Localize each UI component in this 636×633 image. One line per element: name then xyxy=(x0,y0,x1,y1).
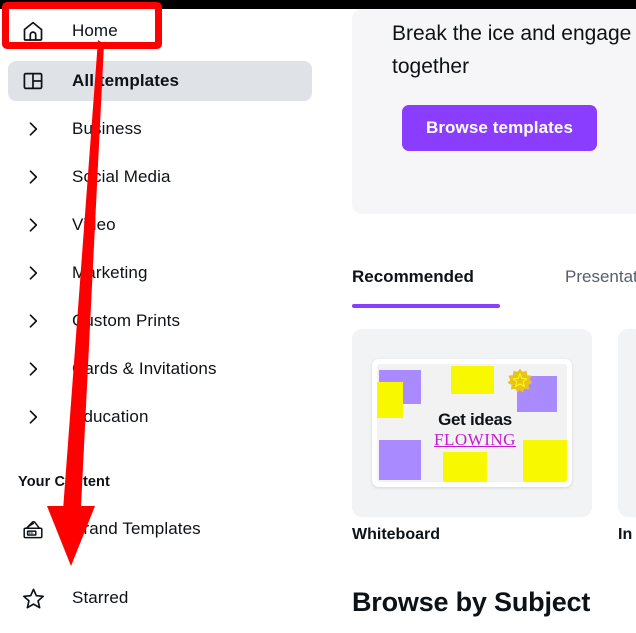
browse-by-subject-title: Browse by Subject xyxy=(352,587,591,617)
sidebar-section-header: Your Content xyxy=(18,474,110,490)
chevron-right-icon xyxy=(16,167,50,187)
sidebar-item-all-templates[interactable]: All templates xyxy=(8,61,312,101)
whiteboard-canvas: Get ideas FLOWING xyxy=(377,364,567,482)
sidebar-item-label: Home xyxy=(72,21,118,40)
sidebar-item-label: Custom Prints xyxy=(72,311,181,330)
sidebar-item-home[interactable]: Home xyxy=(8,11,312,51)
svg-text:co.: co. xyxy=(29,531,34,535)
sidebar-item-custom-prints[interactable]: Custom Prints xyxy=(8,301,312,341)
sidebar-item-social-media[interactable]: Social Media xyxy=(8,157,312,197)
thumbnail-subheading: FLOWING xyxy=(434,430,516,449)
thumbnail-heading: Get ideas xyxy=(438,410,512,429)
brand-stamp-icon: co. xyxy=(16,517,50,541)
template-card-label: In xyxy=(618,526,633,543)
browse-templates-button[interactable]: Browse templates xyxy=(402,105,597,151)
sidebar-item-label: Social Media xyxy=(72,167,171,186)
sidebar-item-label: Video xyxy=(72,215,116,234)
chevron-right-icon xyxy=(16,263,50,283)
sidebar-item-label: Education xyxy=(72,407,149,426)
template-card-label: Whiteboard xyxy=(352,526,440,543)
chevron-right-icon xyxy=(16,311,50,331)
sticky-note xyxy=(451,366,494,394)
sidebar-item-label: Business xyxy=(72,119,142,138)
tab-recommended[interactable]: Recommended xyxy=(352,267,474,297)
tab-presentations[interactable]: Presentati xyxy=(565,267,636,297)
sticky-note xyxy=(443,452,487,482)
main-content: Break the ice and engage together Browse… xyxy=(340,9,636,633)
sidebar-item-cards-invitations[interactable]: Cards & Invitations xyxy=(8,349,312,389)
promo-banner: Break the ice and engage together Browse… xyxy=(352,9,636,214)
template-card-whiteboard[interactable]: Get ideas FLOWING xyxy=(352,329,592,517)
app-root: Home All templates Business Social Media… xyxy=(0,0,636,633)
sidebar-item-label: Brand Templates xyxy=(72,519,201,538)
sticky-note xyxy=(377,382,403,418)
chevron-right-icon xyxy=(16,359,50,379)
home-icon xyxy=(16,19,50,43)
banner-title: Break the ice and engage together xyxy=(392,22,632,78)
sidebar-item-label: Cards & Invitations xyxy=(72,359,217,378)
sidebar-item-brand-templates[interactable]: co. Brand Templates xyxy=(8,509,312,549)
top-black-bar xyxy=(0,0,636,9)
sidebar-item-label: Marketing xyxy=(72,263,148,282)
chevron-right-icon xyxy=(16,407,50,427)
star-badge-icon xyxy=(507,368,533,393)
sidebar-item-video[interactable]: Video xyxy=(8,205,312,245)
star-outline-icon xyxy=(16,586,50,611)
sidebar-item-label: Starred xyxy=(72,588,129,607)
whiteboard-thumbnail: Get ideas FLOWING xyxy=(372,359,572,487)
chevron-right-icon xyxy=(16,119,50,139)
chevron-right-icon xyxy=(16,215,50,235)
sidebar-item-marketing[interactable]: Marketing xyxy=(8,253,312,293)
template-card-infographic[interactable] xyxy=(618,329,636,517)
templates-grid-icon xyxy=(16,69,50,93)
sidebar-item-education[interactable]: Education xyxy=(8,397,312,437)
sidebar-item-starred[interactable]: Starred xyxy=(8,578,312,618)
active-tab-underline xyxy=(352,304,500,308)
sidebar-item-business[interactable]: Business xyxy=(8,109,312,149)
sidebar: Home All templates Business Social Media… xyxy=(0,9,340,633)
sidebar-item-label: All templates xyxy=(72,71,180,90)
